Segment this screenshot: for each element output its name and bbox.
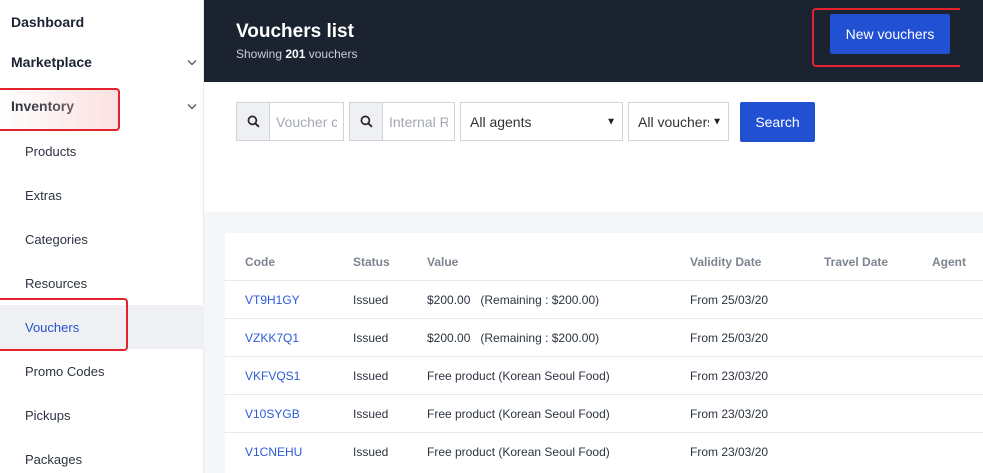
voucher-code-input[interactable]: [270, 103, 343, 140]
validity-cell: From 23/03/20: [690, 445, 769, 459]
sidebar-item-resources[interactable]: Resources: [0, 261, 204, 305]
sidebar-item-label: Marketplace: [11, 54, 92, 70]
sidebar-item-label: Products: [25, 143, 77, 159]
subtitle-prefix: Showing: [236, 47, 283, 61]
sidebar-item-label: Categories: [25, 231, 88, 247]
table-row[interactable]: V1CNEHU Issued Free product (Korean Seou…: [225, 432, 983, 470]
sidebar-item-inventory[interactable]: Inventory: [0, 84, 204, 128]
filter-bar: All agents ▼ All vouchers ▼ Search: [204, 82, 983, 212]
value-cell: Free product (Korean Seoul Food): [427, 369, 610, 383]
sidebar-item-vouchers[interactable]: Vouchers: [0, 305, 204, 349]
voucher-code-link[interactable]: VZKK7Q1: [245, 319, 299, 357]
column-header-agent[interactable]: Agent: [932, 255, 966, 269]
sidebar: Dashboard Marketplace Inventory Products…: [0, 0, 204, 473]
sidebar-item-dashboard[interactable]: Dashboard: [0, 0, 204, 44]
internal-ref-search: [349, 102, 455, 141]
column-header-value[interactable]: Value: [427, 255, 458, 269]
validity-cell: From 23/03/20: [690, 369, 769, 383]
search-icon: [350, 103, 383, 140]
chevron-down-icon: [186, 100, 198, 112]
voucher-code-link[interactable]: V10SYGB: [245, 395, 300, 433]
new-vouchers-button[interactable]: New vouchers: [830, 14, 950, 54]
sidebar-item-label: Inventory: [11, 98, 75, 114]
voucher-code-link[interactable]: V1CNEHU: [245, 433, 302, 471]
sidebar-item-label: Promo Codes: [25, 363, 105, 379]
sidebar-item-promo-codes[interactable]: Promo Codes: [0, 349, 204, 393]
subtitle-suffix: vouchers: [308, 47, 358, 61]
sidebar-item-label: Packages: [25, 451, 83, 467]
voucher-code-link[interactable]: VKFVQS1: [245, 357, 300, 395]
sidebar-item-categories[interactable]: Categories: [0, 217, 204, 261]
table-row[interactable]: VT9H1GY Issued $200.00 (Remaining : $200…: [225, 280, 983, 318]
column-header-validity-date[interactable]: Validity Date: [690, 255, 761, 269]
validity-cell: From 25/03/20: [690, 331, 769, 345]
voucher-code-search: [236, 102, 344, 141]
voucher-code-link[interactable]: VT9H1GY: [245, 281, 300, 319]
voucher-count: 201: [285, 47, 306, 61]
sidebar-item-extras[interactable]: Extras: [0, 173, 204, 217]
column-header-travel-date[interactable]: Travel Date: [824, 255, 888, 269]
status-cell: Issued: [353, 331, 389, 345]
table-row[interactable]: VKFVQS1 Issued Free product (Korean Seou…: [225, 356, 983, 394]
internal-ref-input[interactable]: [383, 103, 454, 140]
column-header-status[interactable]: Status: [353, 255, 390, 269]
status-cell: Issued: [353, 407, 389, 421]
value-cell: $200.00 (Remaining : $200.00): [427, 331, 600, 345]
agent-select[interactable]: All agents ▼: [460, 102, 623, 141]
vouchers-table: Code Status Value Validity Date Travel D…: [225, 233, 983, 473]
caret-down-icon: ▼: [603, 116, 616, 127]
sidebar-item-pickups[interactable]: Pickups: [0, 393, 204, 437]
sidebar-item-marketplace[interactable]: Marketplace: [0, 40, 204, 84]
column-header-code[interactable]: Code: [245, 255, 275, 269]
agent-select-value: All agents: [470, 113, 532, 130]
status-cell: Issued: [353, 445, 389, 459]
sidebar-item-packages[interactable]: Packages: [0, 437, 204, 473]
sidebar-item-label: Extras: [25, 187, 62, 203]
value-cell: Free product (Korean Seoul Food): [427, 407, 610, 421]
sidebar-item-label: Dashboard: [11, 14, 85, 30]
validity-cell: From 23/03/20: [690, 407, 769, 421]
table-row[interactable]: VZKK7Q1 Issued $200.00 (Remaining : $200…: [225, 318, 983, 356]
sidebar-item-label: Resources: [25, 275, 88, 291]
voucher-select-value: All vouchers: [638, 113, 715, 130]
page-header: Vouchers list Showing 201 vouchers New v…: [204, 0, 983, 82]
sidebar-item-products[interactable]: Products: [0, 129, 204, 173]
value-cell: Free product (Korean Seoul Food): [427, 445, 610, 459]
caret-down-icon: ▼: [709, 116, 722, 127]
main-content: Code Status Value Validity Date Travel D…: [204, 212, 983, 473]
page-title: Vouchers list: [236, 21, 354, 42]
search-button[interactable]: Search: [740, 102, 815, 142]
chevron-down-icon: [186, 56, 198, 68]
page-subtitle: Showing 201 vouchers: [236, 47, 357, 61]
status-cell: Issued: [353, 293, 389, 307]
voucher-select[interactable]: All vouchers ▼: [628, 102, 729, 141]
sidebar-item-label: Pickups: [25, 407, 71, 423]
search-icon: [237, 103, 270, 140]
validity-cell: From 25/03/20: [690, 293, 769, 307]
table-row[interactable]: V10SYGB Issued Free product (Korean Seou…: [225, 394, 983, 432]
status-cell: Issued: [353, 369, 389, 383]
value-cell: $200.00 (Remaining : $200.00): [427, 293, 600, 307]
sidebar-item-label: Vouchers: [25, 319, 80, 335]
